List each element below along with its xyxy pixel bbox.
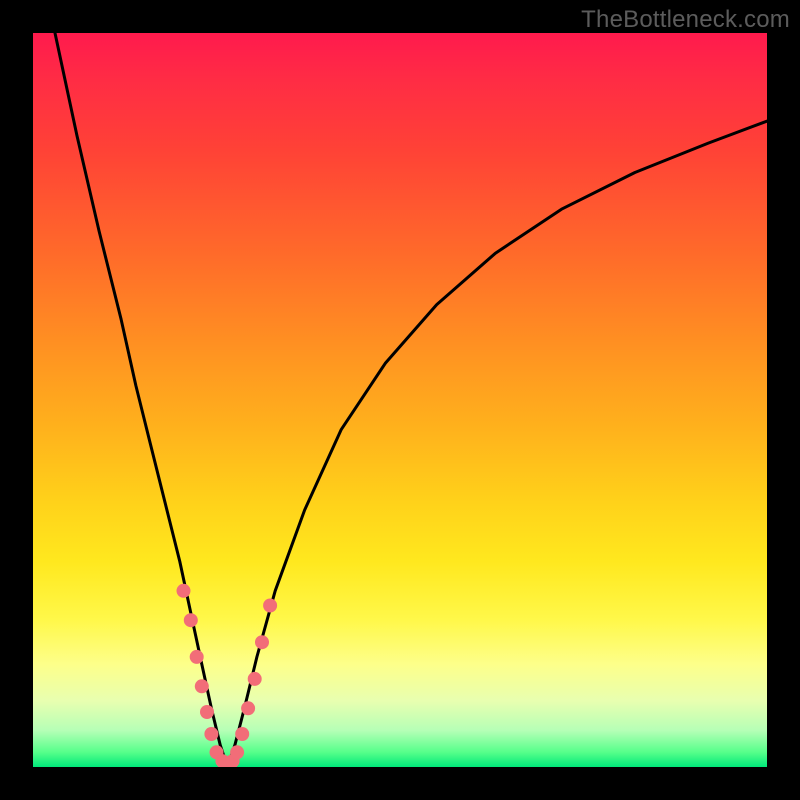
curve-right-arm	[228, 121, 768, 767]
valley-marker	[248, 672, 262, 686]
valley-marker	[263, 599, 277, 613]
curve-overlay	[33, 33, 767, 767]
valley-marker	[241, 701, 255, 715]
valley-marker	[184, 613, 198, 627]
valley-marker	[190, 650, 204, 664]
valley-marker	[200, 705, 214, 719]
valley-marker	[230, 745, 244, 759]
valley-marker	[204, 727, 218, 741]
valley-marker	[195, 679, 209, 693]
valley-marker	[177, 584, 191, 598]
watermark-text: TheBottleneck.com	[581, 6, 790, 34]
outer-frame: TheBottleneck.com	[0, 0, 800, 800]
valley-marker	[235, 727, 249, 741]
valley-marker	[255, 635, 269, 649]
